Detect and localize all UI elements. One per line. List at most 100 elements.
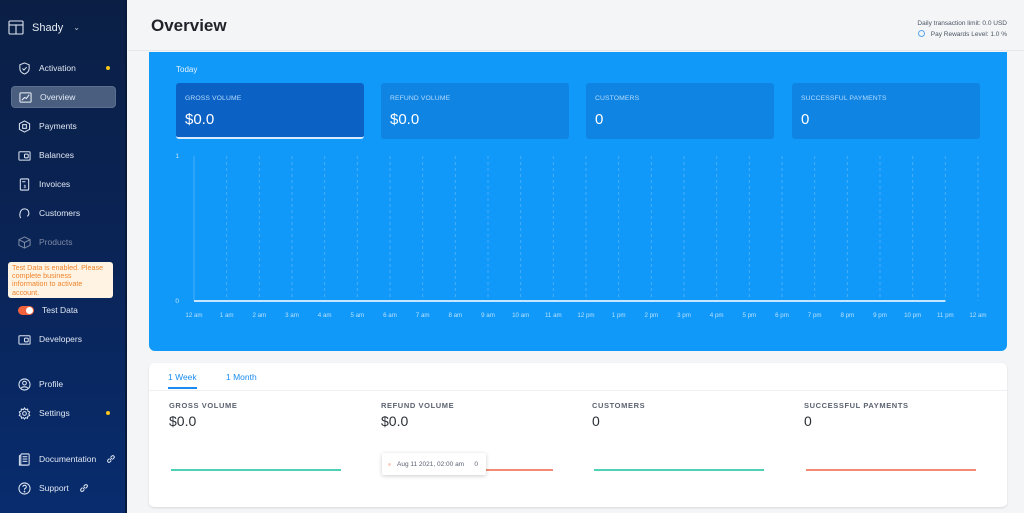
customer-icon <box>18 207 31 220</box>
x-tick-label: 2 pm <box>644 312 658 319</box>
today-chart: 0 1 12 am 1 am 2 am 3 am 4 am 5 am 6 am 7 am 8 am 9… <box>175 153 986 319</box>
account-name: Shady <box>32 21 64 34</box>
x-tick-label: 1 am <box>220 312 234 319</box>
gear-icon <box>18 406 31 420</box>
today-panel: Today GROSS VOLUME $0.0 REFUND VOLUME $0… <box>149 52 1007 351</box>
x-tick-label: 5 pm <box>742 312 756 319</box>
period-tabs: 1 Week 1 Month <box>149 363 1007 391</box>
x-tick-label: 9 pm <box>873 312 887 319</box>
sidebar-item-settings[interactable]: Settings <box>11 402 116 424</box>
metric-label: CUSTOMERS <box>592 401 646 410</box>
invoice-icon: $ <box>18 177 31 191</box>
external-link-icon <box>107 455 115 463</box>
x-tick-label: 3 am <box>285 312 299 319</box>
x-tick-label: 4 am <box>318 312 332 319</box>
info-icon <box>917 30 925 37</box>
rewards-level: Pay Rewards Level: 1.0 % <box>930 31 1007 38</box>
y-tick-label: 1 <box>175 153 179 160</box>
metric-value: $0.0 <box>381 413 409 429</box>
document-icon <box>18 452 31 466</box>
sidebar-item-balances[interactable]: Balances <box>11 144 116 166</box>
test-data-label: Test Data <box>42 305 78 315</box>
sidebar-item-label: Settings <box>39 408 70 418</box>
notification-dot <box>106 411 110 415</box>
sidebar-item-label: Balances <box>39 150 74 160</box>
test-data-toggle[interactable] <box>18 305 34 315</box>
metric-gross-volume: GROSS VOLUME $0.0 <box>169 401 369 429</box>
metric-label: GROSS VOLUME <box>169 401 238 410</box>
x-tick-label: 7 am <box>416 312 430 319</box>
tooltip-value: 0 <box>474 460 478 468</box>
sidebar: Shady ⌄ Activation Overview Payments Bal… <box>0 0 127 513</box>
sidebar-item-profile[interactable]: Profile <box>11 373 116 395</box>
sparkline-successful-payments[interactable] <box>806 469 976 471</box>
sidebar-item-label: Documentation <box>39 454 97 464</box>
test-data-notice: Test Data is enabled. Please complete bu… <box>8 262 113 298</box>
metric-value: 0 <box>592 413 600 429</box>
x-tick-label: 1 pm <box>612 312 626 319</box>
tab-1-week[interactable]: 1 Week <box>168 372 197 389</box>
x-tick-label: 10 pm <box>904 312 921 319</box>
x-tick-label: 8 pm <box>840 312 854 319</box>
notification-dot <box>106 66 110 70</box>
sidebar-item-support[interactable]: Support <box>11 477 116 499</box>
tab-1-month[interactable]: 1 Month <box>226 372 257 387</box>
period-panel: 1 Week 1 Month GROSS VOLUME $0.0 REFUND … <box>149 363 1007 507</box>
user-circle-icon <box>18 377 31 391</box>
sidebar-item-invoices[interactable]: $ Invoices <box>11 173 116 195</box>
metric-refund-volume: REFUND VOLUME $0.0 <box>381 401 581 429</box>
box-icon <box>18 235 31 249</box>
help-circle-icon <box>18 481 31 495</box>
x-tick-label: 6 pm <box>775 312 789 319</box>
test-data-toggle-row[interactable]: Test Data <box>11 299 116 321</box>
x-tick-label: 10 am <box>512 312 529 319</box>
svg-text:$: $ <box>24 184 27 189</box>
x-tick-label: 12 am <box>969 312 986 319</box>
sidebar-item-products[interactable]: Products <box>11 231 116 253</box>
sidebar-item-activation[interactable]: Activation <box>11 57 116 79</box>
page-title: Overview <box>151 16 227 35</box>
sidebar-item-developers[interactable]: Developers <box>11 328 116 350</box>
sidebar-item-documentation[interactable]: Documentation <box>11 448 116 470</box>
payments-icon <box>18 119 31 133</box>
x-tick-label: 4 pm <box>710 312 724 319</box>
sidebar-item-overview[interactable]: Overview <box>11 86 116 108</box>
sidebar-item-label: Products <box>39 237 73 247</box>
metric-label: SUCCESSFUL PAYMENTS <box>804 401 909 410</box>
x-tick-label: 6 am <box>383 312 397 319</box>
x-tick-label: 5 am <box>350 312 364 319</box>
sparkline-gross-volume[interactable] <box>171 469 341 471</box>
tooltip-date: Aug 11 2021, 02:00 am <box>397 460 465 468</box>
sidebar-item-customers[interactable]: Customers <box>11 202 116 224</box>
sparkline-customers[interactable] <box>594 469 764 471</box>
sidebar-item-label: Activation <box>39 63 76 73</box>
sidebar-item-payments[interactable]: Payments <box>11 115 116 137</box>
sidebar-item-label: Developers <box>39 334 82 344</box>
wallet-icon <box>18 149 31 162</box>
sidebar-item-label: Customers <box>39 208 81 218</box>
x-tick-label: 9 am <box>481 312 495 319</box>
x-tick-label: 12 am <box>185 312 202 319</box>
x-tick-label: 11 am <box>545 312 562 319</box>
x-tick-label: 3 pm <box>677 312 691 319</box>
sidebar-item-label: Profile <box>39 379 64 389</box>
metric-successful-payments: SUCCESSFUL PAYMENTS 0 <box>804 401 1004 429</box>
chart-line-icon <box>19 91 32 104</box>
metric-value: 0 <box>804 413 812 429</box>
shield-check-icon <box>18 61 31 75</box>
metric-value: $0.0 <box>169 413 197 429</box>
header-divider <box>128 50 1024 51</box>
sidebar-item-label: Overview <box>40 92 76 102</box>
x-tick-label: 11 pm <box>937 312 954 319</box>
sidebar-item-label: Support <box>39 483 69 493</box>
account-switcher[interactable]: Shady ⌄ <box>8 20 80 35</box>
x-tick-label: 12 pm <box>577 312 594 319</box>
series-dot <box>388 462 391 466</box>
store-icon <box>8 20 24 35</box>
chart-tooltip: Aug 11 2021, 02:00 am 0 <box>382 453 486 475</box>
metric-label: REFUND VOLUME <box>381 401 455 410</box>
x-tick-label: 8 am <box>448 312 462 319</box>
y-tick-label: 0 <box>175 298 179 305</box>
sidebar-item-label: Payments <box>39 121 77 131</box>
daily-limit: Daily transaction limit: 0.0 USD <box>917 20 1007 27</box>
